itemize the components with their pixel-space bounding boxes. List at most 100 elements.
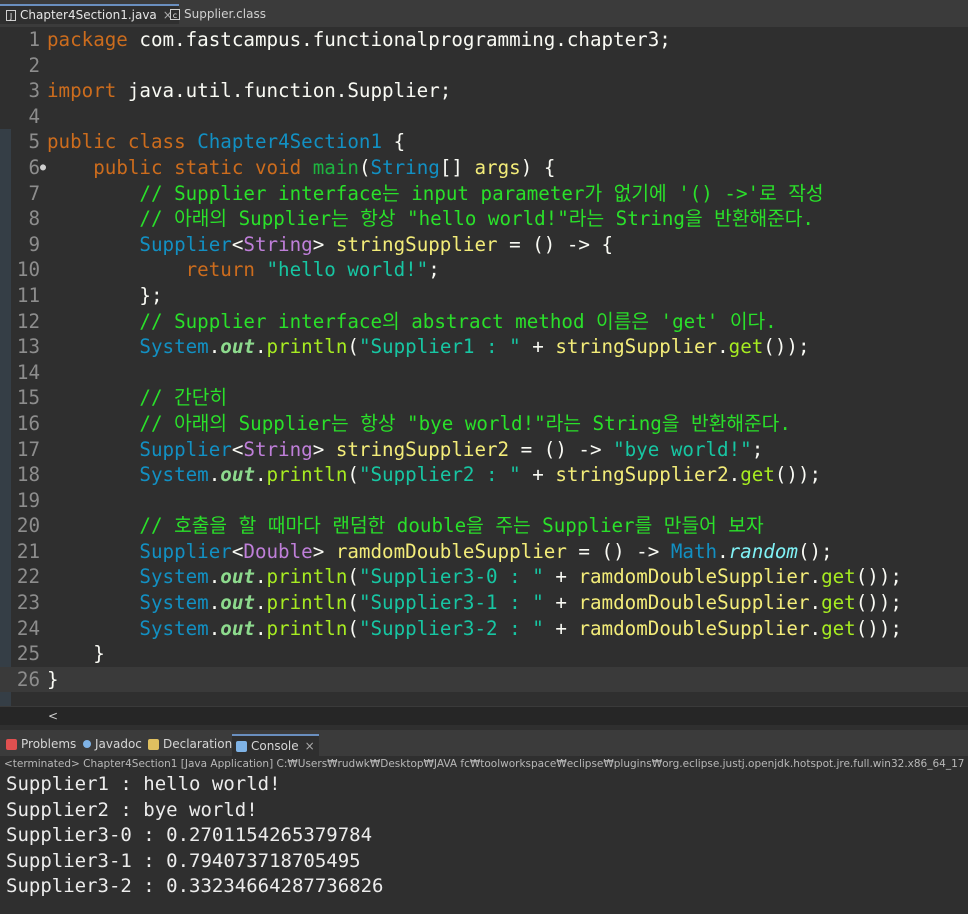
- code-line[interactable]: 4: [0, 104, 968, 130]
- code-line[interactable]: 23 System.out.println("Supplier3-1 : " +…: [0, 590, 968, 616]
- code-token: import: [47, 79, 117, 103]
- code-text: // Supplier interface는 input parameter가 …: [47, 181, 823, 207]
- code-token: >: [312, 437, 336, 461]
- code-token: ();: [797, 539, 833, 563]
- code-token: +: [543, 616, 579, 640]
- line-number: 9: [28, 232, 40, 256]
- code-line[interactable]: 3 import java.util.function.Supplier;: [0, 78, 968, 104]
- problems-icon: [6, 738, 17, 750]
- code-line[interactable]: 26}: [0, 666, 968, 693]
- code-line[interactable]: 5 public class Chapter4Section1 {: [0, 129, 968, 155]
- tab-chapter4section1-java[interactable]: J Chapter4Section1.java ×: [0, 4, 179, 24]
- code-token: (: [347, 591, 359, 615]
- tab-javadoc[interactable]: Javadoc: [83, 734, 142, 754]
- javadoc-icon: [83, 740, 91, 748]
- code-line[interactable]: 14: [0, 360, 968, 386]
- line-number: 2: [28, 53, 40, 77]
- code-token: // Supplier interface의 abstract method 이…: [139, 309, 777, 333]
- code-token: "Supplier1 : ": [358, 335, 521, 359]
- code-token: println: [266, 463, 348, 487]
- code-token: ());: [763, 335, 810, 359]
- code-token: .: [717, 335, 729, 359]
- code-line[interactable]: 7 // Supplier interface는 input parameter…: [0, 181, 968, 207]
- code-token: // 간단히: [139, 386, 228, 410]
- code-token: System: [139, 565, 209, 589]
- console-line: Supplier3-1 : 0.794073718705495: [6, 849, 361, 872]
- code-text: System.out.println("Supplier2 : " + stri…: [47, 462, 821, 488]
- code-line[interactable]: 1 package com.fastcampus.functionalprogra…: [0, 27, 968, 53]
- code-line[interactable]: 21 Supplier<Double> ramdomDoubleSupplier…: [0, 539, 968, 565]
- code-line[interactable]: 16 // 아래의 Supplier는 항상 "bye world!"라는 St…: [0, 411, 968, 437]
- console-output[interactable]: Supplier1 : hello world! Supplier2 : bye…: [0, 772, 968, 914]
- class-file-icon: c: [170, 8, 180, 20]
- line-number: 18: [16, 463, 40, 487]
- code-line[interactable]: 22 System.out.println("Supplier3-0 : " +…: [0, 564, 968, 590]
- code-line[interactable]: 17 Supplier<String> stringSupplier2 = ()…: [0, 437, 968, 463]
- line-number: 17: [16, 437, 40, 461]
- tab-declaration[interactable]: Declaration: [148, 734, 232, 754]
- bottom-panel-tab-bar: Problems Javadoc Declaration Console ×: [0, 730, 968, 756]
- code-token: +: [543, 565, 579, 589]
- code-token: .: [809, 565, 822, 589]
- code-token: .: [208, 335, 221, 359]
- code-token: get: [821, 565, 856, 589]
- code-editor[interactable]: 1 package com.fastcampus.functionalprogra…: [0, 27, 968, 718]
- code-token: Supplier: [139, 437, 232, 461]
- line-number: 13: [16, 335, 40, 359]
- code-token: java.util.function.Supplier;: [116, 79, 452, 103]
- code-line[interactable]: 25 }: [0, 641, 968, 667]
- code-token: }: [47, 667, 59, 691]
- code-line[interactable]: 24 System.out.println("Supplier3-2 : " +…: [0, 616, 968, 642]
- code-line[interactable]: 20 // 호출을 할 때마다 랜덤한 double을 주는 Supplier를…: [0, 513, 968, 539]
- code-token: <: [231, 539, 244, 563]
- code-token: .: [728, 463, 741, 487]
- code-line[interactable]: 15 // 간단히: [0, 385, 968, 411]
- code-line[interactable]: 11 };: [0, 283, 968, 309]
- code-token: []: [439, 155, 475, 179]
- code-token: // 아래의 Supplier는 항상 "hello world!"라는 Str…: [139, 207, 814, 231]
- code-token: println: [266, 565, 348, 589]
- code-line[interactable]: 19: [0, 488, 968, 514]
- tab-problems[interactable]: Problems: [6, 734, 76, 754]
- code-line[interactable]: 6 ● public static void main(String[] args…: [0, 155, 968, 181]
- close-icon[interactable]: ×: [305, 739, 315, 753]
- code-line[interactable]: 10 return "hello world!";: [0, 257, 968, 283]
- code-token: out: [220, 463, 255, 487]
- tab-console[interactable]: Console ×: [232, 734, 319, 756]
- horizontal-scrollbar[interactable]: <: [0, 706, 968, 725]
- scroll-left-icon[interactable]: <: [48, 707, 58, 725]
- code-token: println: [266, 616, 348, 640]
- code-line[interactable]: 18 System.out.println("Supplier2 : " + s…: [0, 462, 968, 488]
- code-text: // 아래의 Supplier는 항상 "bye world!"라는 Strin…: [47, 411, 791, 437]
- editor-tab-bar: J Chapter4Section1.java × c Supplier.cla…: [0, 0, 968, 28]
- code-line[interactable]: 12 // Supplier interface의 abstract metho…: [0, 309, 968, 335]
- code-token: (: [347, 335, 359, 359]
- tab-label: Supplier.class: [184, 7, 266, 21]
- code-text: public class Chapter4Section1 {: [47, 129, 405, 155]
- code-token: get: [821, 616, 856, 640]
- tab-label: Declaration: [163, 737, 233, 751]
- tab-supplier-class[interactable]: c Supplier.class: [164, 4, 272, 24]
- code-token: stringSupplier2: [335, 437, 510, 461]
- code-token: "Supplier3-1 : ": [358, 591, 544, 615]
- line-number: 10: [16, 258, 40, 282]
- code-token: Supplier: [139, 232, 232, 256]
- code-token: .: [208, 591, 221, 615]
- code-token: ());: [855, 565, 902, 589]
- code-text: System.out.println("Supplier3-2 : " + ra…: [47, 616, 902, 642]
- code-text: // Supplier interface의 abstract method 이…: [47, 309, 777, 335]
- code-line[interactable]: 9 Supplier<String> stringSupplier = () -…: [0, 232, 968, 258]
- code-line[interactable]: 2: [0, 53, 968, 79]
- java-file-icon: J: [6, 9, 16, 21]
- line-number: 3: [28, 79, 40, 103]
- code-line[interactable]: 8 // 아래의 Supplier는 항상 "hello world!"라는 S…: [0, 206, 968, 232]
- fold-marker-icon[interactable]: ●: [40, 155, 46, 181]
- code-token: +: [543, 591, 579, 615]
- code-token: stringSupplier2: [555, 463, 729, 487]
- code-token: // 아래의 Supplier는 항상 "bye world!"라는 Strin…: [139, 411, 791, 435]
- code-line[interactable]: 13 System.out.println("Supplier1 : " + s…: [0, 334, 968, 360]
